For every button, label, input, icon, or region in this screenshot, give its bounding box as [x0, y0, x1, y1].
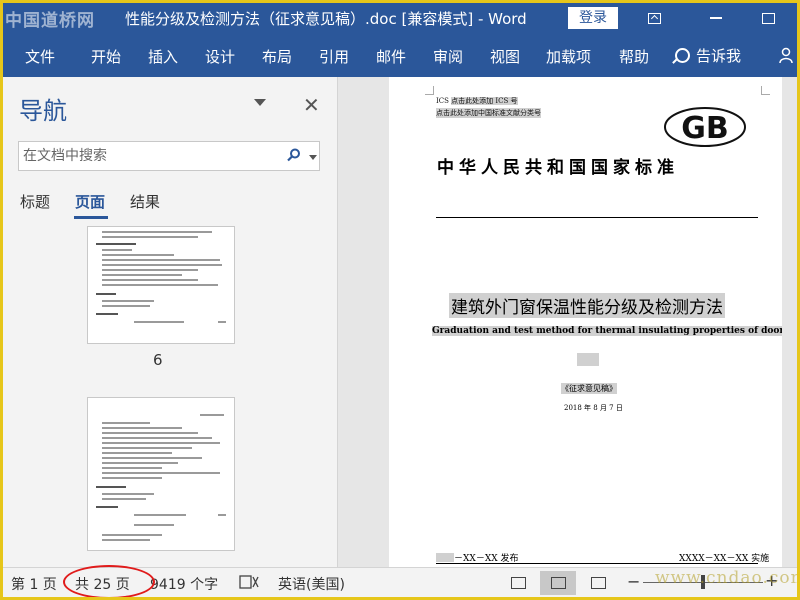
- minimize-button[interactable]: [693, 3, 739, 33]
- tab-references[interactable]: 引用: [319, 46, 349, 67]
- tab-design[interactable]: 设计: [205, 46, 235, 67]
- document-page[interactable]: ICS 点击此处添加 ICS 号 点击此处添加中国标准文献分类号 GB 中华人民…: [389, 77, 782, 567]
- nav-search-box: [18, 141, 320, 171]
- draft-label: 《征求意见稿》: [561, 383, 617, 394]
- standard-name: 中华人民共和国国家标准: [437, 158, 679, 178]
- page-thumbnail[interactable]: [87, 226, 235, 344]
- search-icon[interactable]: [287, 148, 301, 162]
- tell-me-search[interactable]: 告诉我: [675, 45, 741, 66]
- corner-mark: [425, 86, 434, 95]
- proofing-icon[interactable]: [239, 574, 259, 590]
- tab-home[interactable]: 开始: [91, 46, 121, 67]
- read-mode-button[interactable]: [500, 571, 536, 595]
- print-layout-button[interactable]: [540, 571, 576, 595]
- word-window: 中国道桥网 性能分级及检测方法（征求意见稿）.doc [兼容模式] - Word…: [3, 3, 797, 597]
- search-input[interactable]: [23, 146, 278, 166]
- placeholder-field[interactable]: [436, 553, 454, 562]
- thumbnail-page-number: 6: [153, 351, 163, 369]
- footer-rule: [436, 563, 758, 564]
- word-count[interactable]: 9419 个字: [150, 574, 218, 594]
- ics-field[interactable]: ICS 点击此处添加 ICS 号: [436, 96, 518, 106]
- maximize-icon: [761, 12, 775, 24]
- share-person-icon[interactable]: [779, 47, 793, 63]
- footer-watermark: www.cndao.com: [655, 568, 797, 588]
- zoom-out-button[interactable]: −: [627, 572, 640, 591]
- maximize-button[interactable]: [745, 3, 791, 33]
- ribbon-display-options-button[interactable]: [631, 3, 677, 33]
- tab-review[interactable]: 审阅: [433, 46, 463, 67]
- tab-layout[interactable]: 布局: [262, 46, 292, 67]
- title-bar: 中国道桥网 性能分级及检测方法（征求意见稿）.doc [兼容模式] - Word…: [3, 3, 797, 33]
- document-title-en: Graduation and test method for thermal i…: [432, 326, 782, 336]
- web-layout-button[interactable]: [580, 571, 616, 595]
- ics-placeholder: 点击此处添加 ICS 号: [451, 97, 518, 105]
- tell-me-label: 告诉我: [696, 47, 742, 65]
- globe-icon: [591, 577, 606, 589]
- document-title: 性能分级及检测方法（征求意见稿）.doc [兼容模式] - Word: [125, 10, 527, 28]
- tab-pages[interactable]: 页面: [75, 191, 105, 212]
- navigation-pane: 导航 ✕ 标题 页面 结果: [3, 77, 338, 567]
- login-button[interactable]: 登录: [568, 7, 618, 29]
- work-area: 导航 ✕ 标题 页面 结果: [3, 77, 797, 567]
- book-icon: [511, 577, 526, 589]
- tab-addins[interactable]: 加载项: [546, 46, 591, 67]
- search-icon: [675, 48, 690, 63]
- ics-label: ICS: [436, 97, 449, 105]
- corner-mark: [761, 86, 770, 95]
- tab-mailings[interactable]: 邮件: [376, 46, 406, 67]
- ribbon-tabs: 文件 开始 插入 设计 布局 引用 邮件 审阅 视图 加载项 帮助 告诉我: [3, 33, 797, 77]
- active-tab-indicator: [74, 216, 108, 219]
- tab-headings[interactable]: 标题: [20, 191, 50, 212]
- nav-options-chevron-down-icon[interactable]: [254, 99, 266, 106]
- gb-logo: GB: [664, 107, 746, 147]
- tab-insert[interactable]: 插入: [148, 46, 178, 67]
- tab-view[interactable]: 视图: [490, 46, 520, 67]
- minimize-icon: [710, 17, 722, 19]
- annotation-circle: [63, 565, 155, 597]
- page-indicator[interactable]: 第 1 页: [11, 574, 57, 594]
- document-date: 2018 年 8 月 7 日: [564, 404, 623, 412]
- close-icon[interactable]: ✕: [303, 93, 320, 117]
- header-rule: [436, 217, 758, 218]
- document-title-cn: 建筑外门窗保温性能分级及检测方法: [449, 293, 725, 318]
- nav-pane-title: 导航: [19, 97, 67, 125]
- tab-results[interactable]: 结果: [130, 191, 160, 212]
- classification-field[interactable]: 点击此处添加中国标准文献分类号: [436, 108, 541, 118]
- site-watermark: 中国道桥网: [5, 11, 95, 31]
- page-icon: [551, 577, 566, 589]
- placeholder-field[interactable]: [577, 353, 599, 366]
- ribbon-display-icon: [647, 12, 661, 24]
- tab-file[interactable]: 文件: [25, 46, 55, 67]
- gb-logo-text: GB: [681, 111, 729, 146]
- search-options-chevron-down-icon[interactable]: [309, 155, 317, 160]
- page-thumbnail[interactable]: [87, 397, 235, 551]
- language-indicator[interactable]: 英语(美国): [278, 574, 345, 594]
- tab-help[interactable]: 帮助: [619, 46, 649, 67]
